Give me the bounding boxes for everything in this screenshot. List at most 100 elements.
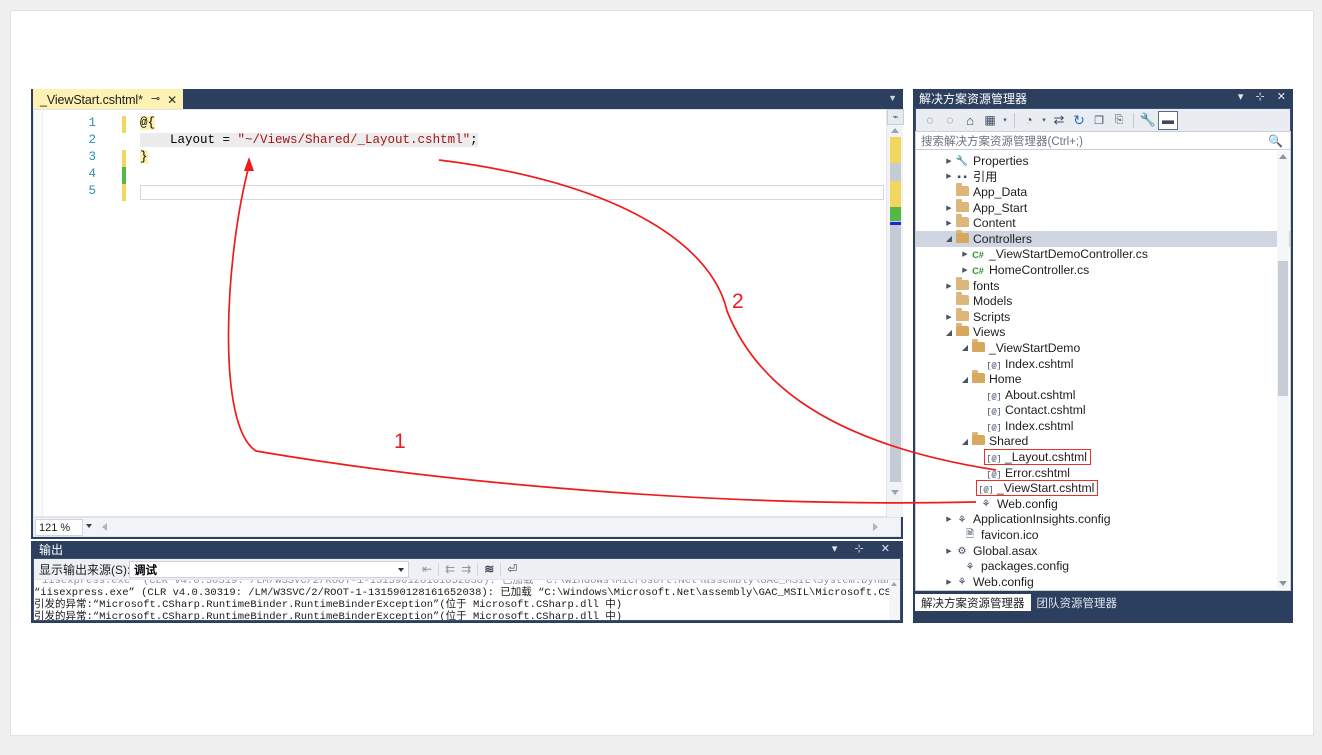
tree-item-applicationinsights-config[interactable]: ▶ ⚘ ApplicationInsights.config	[916, 512, 1290, 528]
solution-explorer-tree[interactable]: ▶ 🔧 Properties ▶ ▪▪ 引用 App_Data ▶ App_Start ▶ Cont…	[915, 150, 1291, 591]
highlighted-tree-entry: [@] _Layout.cshtml	[984, 449, 1091, 466]
chevron-right-icon[interactable]: ▶	[960, 250, 970, 258]
chevron-down-icon[interactable]	[86, 524, 92, 528]
tree-item-app-start[interactable]: ▶ App_Start	[916, 198, 1290, 216]
tree-item-packages-config[interactable]: ⚘ packages.config	[916, 558, 1290, 574]
tree-item-contact-cshtml[interactable]: [@] Contact.cshtml	[916, 403, 1290, 419]
chevron-right-icon[interactable]: ▶	[960, 266, 970, 274]
tree-entry: ⚘ ApplicationInsights.config	[954, 512, 1111, 527]
tree-item-controllers[interactable]: ◢ Controllers	[916, 229, 1290, 247]
pin-icon[interactable]: ⊹	[1256, 91, 1265, 103]
chevron-right-icon[interactable]: ▶	[944, 157, 954, 165]
chevron-right-icon[interactable]: ▶	[944, 578, 954, 586]
chevron-right-icon[interactable]: ▶	[944, 172, 954, 180]
tree-item-web-config[interactable]: ⚘ Web.config	[916, 496, 1290, 512]
code-editor[interactable]: 1 @{2 Layout = "~/Views/Shared/_Layout.cs…	[33, 109, 901, 517]
scroll-up-icon[interactable]	[891, 582, 897, 586]
tab-viewstart-cshtml[interactable]: _ViewStart.cshtml* ⊸ ✕	[33, 89, 184, 109]
home-icon[interactable]: ⌂	[960, 111, 980, 130]
scrollbar-thumb[interactable]	[1278, 261, 1288, 396]
scroll-left-icon[interactable]	[102, 523, 107, 531]
bottom-tab-team-explorer[interactable]: 团队资源管理器	[1031, 594, 1124, 611]
scroll-down-icon[interactable]	[1279, 581, 1287, 586]
tree-item-viewstart-cshtml[interactable]: [@] _ViewStart.cshtml	[916, 480, 1290, 497]
tree-item-homecontroller-cs[interactable]: ▶ C# HomeController.cs	[916, 262, 1290, 278]
chevron-down-icon[interactable]: ◢	[944, 234, 954, 243]
scroll-right-icon[interactable]	[873, 523, 878, 531]
tree-item-views[interactable]: ◢ Views	[916, 323, 1290, 341]
chevron-right-icon[interactable]: ▶	[944, 204, 954, 212]
toggle-word-wrap-icon[interactable]: ⇇	[445, 562, 455, 576]
tree-item-label: Global.asax	[973, 543, 1038, 558]
chevron-down-icon[interactable]: ▾	[832, 543, 845, 555]
tree-item-index-cshtml[interactable]: [@] Index.cshtml	[916, 356, 1290, 372]
pending-changes-icon[interactable]: ◔	[1019, 111, 1039, 130]
tree-item-scripts[interactable]: ▶ Scripts	[916, 307, 1290, 325]
scroll-up-icon[interactable]	[891, 128, 899, 133]
refresh-icon[interactable]: ↻	[1069, 111, 1089, 130]
chevron-right-icon[interactable]: ▶	[944, 219, 954, 227]
tree-item-content[interactable]: ▶ Content	[916, 214, 1290, 231]
select-all-icon[interactable]: ≋	[484, 562, 494, 576]
pin-icon[interactable]: ⊹	[855, 543, 871, 555]
properties-icon[interactable]: 🔧	[1138, 111, 1158, 130]
tree-item-properties[interactable]: ▶ 🔧 Properties	[916, 153, 1290, 169]
chevron-down-icon[interactable]: ◢	[944, 328, 954, 337]
preview-selected-items-icon[interactable]: ⎘	[1109, 111, 1129, 130]
collapse-all-icon[interactable]: ⇄	[1049, 111, 1069, 130]
forward-icon[interactable]: ◌	[940, 111, 960, 130]
view-designer-icon[interactable]: ▬	[1158, 110, 1178, 130]
close-icon[interactable]: ✕	[881, 543, 897, 555]
tree-item-viewstartdemocontroller-cs[interactable]: ▶ C# _ViewStartDemoController.cs	[916, 247, 1290, 263]
show-all-files-icon[interactable]: ❐	[1089, 111, 1109, 130]
dropdown-icon[interactable]: ▾	[1039, 111, 1049, 130]
zoom-level-selector[interactable]: 121 %	[35, 519, 83, 536]
editor-vertical-scrollbar[interactable]: ⌁	[886, 109, 904, 517]
chevron-down-icon[interactable]: ▾	[1238, 91, 1244, 103]
scroll-down-icon[interactable]	[891, 490, 899, 495]
tree-item-index-cshtml[interactable]: [@] Index.cshtml	[916, 418, 1290, 434]
chevron-right-icon[interactable]: ▶	[944, 547, 954, 555]
tree-item-global-asax[interactable]: ▶ ⚙ Global.asax	[916, 543, 1290, 559]
tree-item-fonts[interactable]: ▶ fonts	[916, 276, 1290, 294]
inline-edit-box[interactable]	[140, 185, 884, 200]
tree-vertical-scrollbar[interactable]	[1277, 151, 1289, 589]
toggle-outline-icon[interactable]: ⇉	[461, 562, 471, 576]
chevron-down-icon[interactable]: ◢	[960, 437, 970, 446]
tree-item-error-cshtml[interactable]: [@] Error.cshtml	[916, 465, 1290, 481]
chevron-right-icon[interactable]: ▶	[944, 282, 954, 290]
chevron-right-icon[interactable]: ▶	[944, 515, 954, 523]
folder-open-icon	[954, 323, 970, 339]
tree-item-home[interactable]: ◢ Home	[916, 370, 1290, 387]
output-scrollbar[interactable]	[889, 580, 900, 620]
tree-item-layout-cshtml[interactable]: [@] _Layout.cshtml	[916, 449, 1290, 466]
config-icon: ⚘	[981, 500, 991, 512]
wrap-text-icon[interactable]: ⏎	[507, 562, 517, 576]
split-view-icon[interactable]: ⌁	[887, 109, 904, 125]
tree-item-viewstartdemo[interactable]: ◢ _ViewStartDemo	[916, 338, 1290, 356]
scroll-up-icon[interactable]	[1279, 154, 1287, 159]
bottom-tab-solution-explorer[interactable]: 解决方案资源管理器	[915, 594, 1031, 611]
search-icon[interactable]: 🔍	[1268, 134, 1283, 148]
tree-item-web-config[interactable]: ▶ ⚘ Web.config	[916, 574, 1290, 590]
close-icon[interactable]: ✕	[1277, 91, 1286, 103]
tree-item-shared[interactable]: ◢ Shared	[916, 432, 1290, 450]
tree-item-[interactable]: ▶ ▪▪ 引用	[916, 169, 1290, 184]
tree-item-about-cshtml[interactable]: [@] About.cshtml	[916, 387, 1290, 403]
chevron-down-icon[interactable]: ◢	[960, 375, 970, 384]
pin-icon[interactable]: ⊸	[151, 94, 160, 105]
output-log[interactable]: iisexpress.exe" (CLR v4.0.30319: /LM/W3S…	[34, 580, 900, 620]
tree-item-app-data[interactable]: App_Data	[916, 182, 1290, 200]
solution-explorer-search-input[interactable]: 搜索解决方案资源管理器(Ctrl+;) 🔍	[915, 131, 1291, 150]
close-icon[interactable]: ✕	[167, 94, 177, 106]
output-source-select[interactable]: 调试	[129, 561, 409, 578]
chevron-down-icon[interactable]: ◢	[960, 343, 970, 352]
dropdown-icon[interactable]: ▾	[1000, 111, 1010, 130]
chevron-right-icon[interactable]: ▶	[944, 313, 954, 321]
back-icon[interactable]: ◌	[920, 111, 940, 130]
clear-all-icon[interactable]: ⇤	[422, 562, 432, 576]
sync-with-active-document-icon[interactable]: ▦	[980, 111, 1000, 130]
tree-item-favicon-ico[interactable]: 🗎 favicon.ico	[916, 527, 1290, 543]
tree-item-models[interactable]: Models	[916, 292, 1290, 309]
chevron-down-icon[interactable]: ▼	[888, 93, 897, 103]
